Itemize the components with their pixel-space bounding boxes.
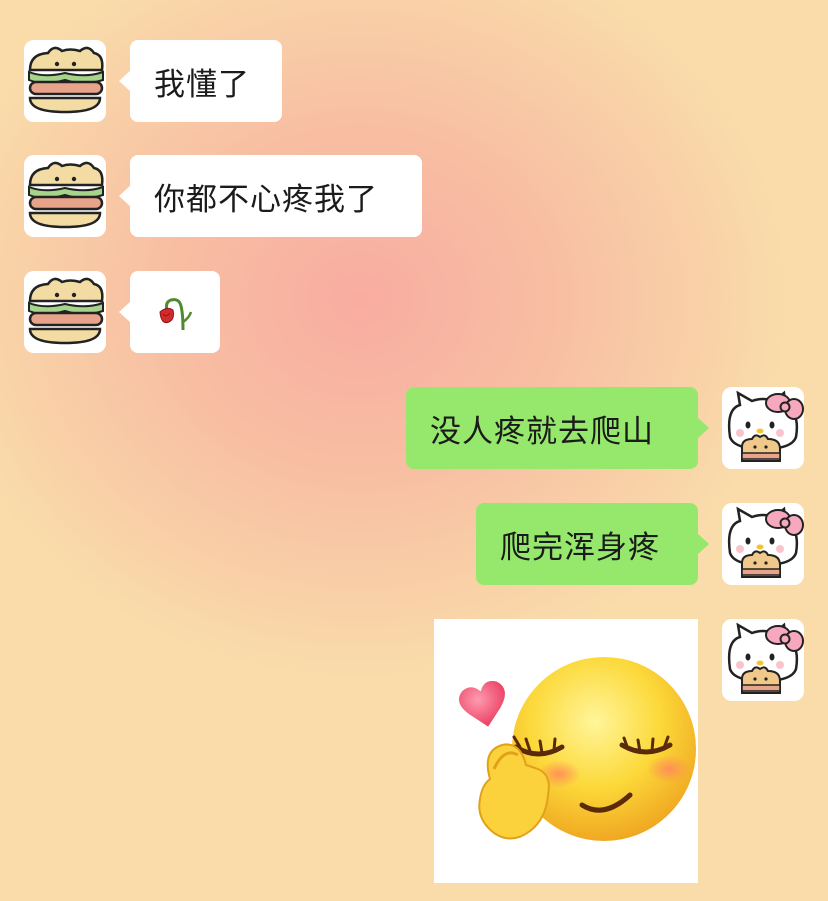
bear-sandwich-icon (24, 40, 106, 122)
message-text: 我懂了 (154, 66, 250, 103)
shy-face-finger-heart-sticker[interactable] (434, 619, 698, 883)
message-bubble-incoming[interactable]: 你都不心疼我了 (119, 155, 422, 237)
message-text: 爬完浑身疼 (500, 529, 660, 566)
hello-kitty-icon (722, 387, 804, 469)
hello-kitty-avatar[interactable] (722, 387, 804, 469)
bear-sandwich-avatar[interactable] (24, 155, 106, 237)
hello-kitty-icon (722, 619, 804, 701)
message-text: 没人疼就去爬山 (430, 413, 654, 450)
message-bubble-outgoing[interactable]: 没人疼就去爬山 (406, 387, 709, 469)
bear-sandwich-icon (24, 155, 106, 237)
message-text: 你都不心疼我了 (154, 181, 378, 218)
hello-kitty-avatar[interactable] (722, 619, 804, 701)
bear-sandwich-avatar[interactable] (24, 271, 106, 353)
message-bubble-incoming[interactable] (119, 271, 220, 353)
bear-sandwich-icon (24, 271, 106, 353)
message-bubble-outgoing[interactable]: 爬完浑身疼 (476, 503, 709, 585)
message-bubble-incoming[interactable]: 我懂了 (119, 40, 282, 122)
wilted-flower-icon (155, 292, 195, 332)
hello-kitty-icon (722, 503, 804, 585)
bear-sandwich-avatar[interactable] (24, 40, 106, 122)
hello-kitty-avatar[interactable] (722, 503, 804, 585)
